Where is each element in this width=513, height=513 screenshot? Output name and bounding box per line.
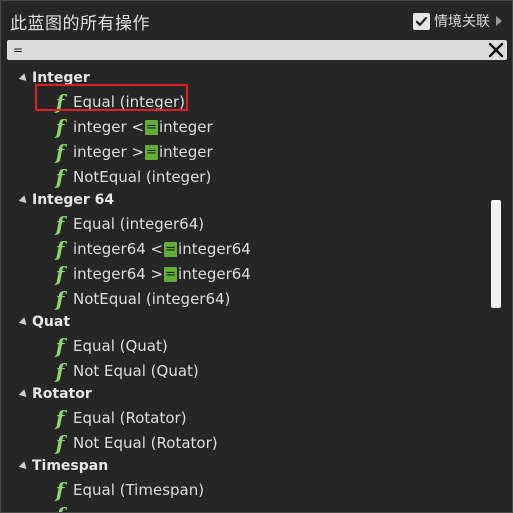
action-item-integer-less-equal[interactable]: f integer < = integer — [1, 115, 213, 139]
action-label: NotEqual (integer) — [73, 168, 212, 186]
category-label: Timespan — [32, 458, 109, 474]
context-sensitive-label: 情境关联 — [434, 14, 490, 30]
panel-header: 此蓝图的所有操作 情境关联 — [1, 1, 512, 39]
expand-arrow-icon[interactable] — [496, 16, 502, 26]
action-label-end: integer64 — [178, 240, 251, 258]
expand-arrow-icon[interactable] — [18, 194, 30, 206]
checkbox-icon[interactable] — [413, 12, 430, 30]
action-item-notequal-integer[interactable]: f NotEqual (integer) — [1, 165, 212, 189]
function-icon: f — [55, 140, 65, 164]
category-rotator[interactable]: Rotator — [1, 382, 92, 406]
action-item-notequal-integer64[interactable]: f NotEqual (integer64) — [1, 287, 231, 311]
category-label: Integer 64 — [32, 192, 115, 208]
expand-arrow-icon[interactable] — [18, 72, 30, 84]
category-label: Quat — [32, 314, 71, 330]
panel-title: 此蓝图的所有操作 — [10, 14, 150, 34]
action-label-end: integer — [158, 143, 213, 161]
action-list[interactable]: Integer f Equal (integer) f integer < = … — [1, 63, 486, 512]
function-icon: f — [55, 262, 65, 286]
category-quat[interactable]: Quat — [1, 310, 70, 334]
search-input[interactable] — [7, 40, 483, 60]
expand-arrow-icon[interactable] — [18, 460, 30, 472]
function-icon: f — [55, 334, 65, 358]
expand-arrow-icon[interactable] — [18, 316, 30, 328]
action-label-start: integer64 > — [73, 265, 164, 283]
search-match-highlight: = — [164, 266, 178, 282]
function-icon: f — [51, 503, 69, 512]
function-icon: f — [55, 165, 65, 189]
checkmark-icon — [415, 16, 428, 26]
function-icon: f — [55, 478, 65, 502]
action-label: NotEqual (integer64) — [73, 290, 231, 308]
action-item-equal-timespan[interactable]: f Equal (Timespan) — [1, 478, 204, 502]
search-match-highlight: = — [164, 241, 178, 257]
action-label-end: integer — [158, 118, 213, 136]
action-item-integer64-less-equal[interactable]: f integer64 < = integer64 — [1, 237, 251, 261]
function-icon: f — [55, 212, 65, 236]
action-item-equal-rotator[interactable]: f Equal (Rotator) — [1, 406, 187, 430]
action-label: Equal (Quat) — [73, 337, 168, 355]
search-box[interactable] — [7, 40, 507, 60]
function-icon: f — [55, 237, 65, 261]
function-icon: f — [55, 359, 65, 383]
function-icon: f — [55, 406, 65, 430]
action-item-equal-integer64[interactable]: f Equal (integer64) — [1, 212, 204, 236]
blueprint-actions-panel: 此蓝图的所有操作 情境关联 Integer f Equal (integer) — [0, 0, 513, 513]
action-label: Not Equal (Quat) — [73, 362, 199, 380]
search-match-highlight: = — [145, 119, 158, 135]
action-label: Not Equal (Rotator) — [73, 434, 218, 452]
action-label: Equal (integer64) — [73, 215, 205, 233]
action-label-start: integer > — [73, 143, 145, 161]
close-icon[interactable] — [488, 42, 504, 58]
action-item-clipped[interactable]: f — [1, 503, 73, 512]
function-icon: f — [55, 115, 65, 139]
function-icon: f — [55, 431, 65, 455]
action-label-start: integer64 < — [73, 240, 164, 258]
selection-highlight-box — [35, 84, 188, 111]
category-integer64[interactable]: Integer 64 — [1, 188, 114, 212]
scrollbar-thumb[interactable] — [491, 200, 501, 308]
expand-arrow-icon[interactable] — [18, 388, 30, 400]
context-sensitive-toggle[interactable]: 情境关联 — [413, 11, 502, 31]
action-item-integer-greater-equal[interactable]: f integer > = integer — [1, 140, 213, 164]
action-label: Equal (Rotator) — [73, 409, 187, 427]
function-icon: f — [55, 287, 65, 311]
action-item-notequal-quat[interactable]: f Not Equal (Quat) — [1, 359, 199, 383]
category-label: Rotator — [32, 386, 92, 402]
action-item-notequal-rotator[interactable]: f Not Equal (Rotator) — [1, 431, 218, 455]
action-label-start: integer < — [73, 118, 145, 136]
action-item-integer64-greater-equal[interactable]: f integer64 > = integer64 — [1, 262, 251, 286]
action-item-equal-quat[interactable]: f Equal (Quat) — [1, 334, 168, 358]
category-timespan[interactable]: Timespan — [1, 454, 108, 478]
action-label: Equal (Timespan) — [73, 481, 205, 499]
search-match-highlight: = — [145, 144, 158, 160]
action-label-end: integer64 — [178, 265, 251, 283]
